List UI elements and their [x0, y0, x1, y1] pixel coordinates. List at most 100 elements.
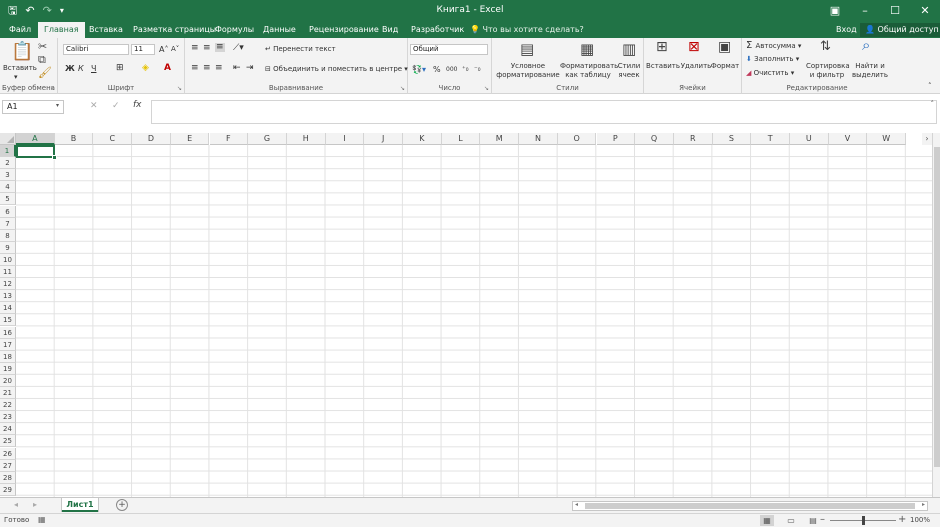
select-all-button[interactable] — [0, 133, 16, 145]
fill-button[interactable]: ⬇ Заполнить ▾ — [746, 55, 799, 64]
paste-button[interactable]: Вставить — [3, 64, 37, 73]
column-header[interactable]: R — [673, 133, 713, 145]
zoom-level[interactable]: 100% — [910, 516, 930, 524]
row-header[interactable]: 8 — [0, 229, 16, 242]
row-header[interactable]: 15 — [0, 314, 16, 327]
column-header[interactable]: H — [286, 133, 326, 145]
column-header[interactable]: K — [403, 133, 442, 145]
fill-handle[interactable] — [52, 155, 57, 160]
row-header[interactable]: 1 — [0, 145, 16, 157]
format-painter-icon[interactable]: 🖌 — [38, 67, 52, 79]
horizontal-scroll-thumb[interactable] — [585, 503, 915, 509]
align-center-icon[interactable]: ≡ — [203, 64, 211, 73]
clear-button[interactable]: ◢ Очистить ▾ — [746, 69, 794, 78]
column-header[interactable]: L — [441, 133, 481, 145]
maximize-icon[interactable]: ☐ — [880, 0, 910, 22]
bold-button[interactable]: Ж — [65, 64, 75, 73]
close-icon[interactable]: ✕ — [910, 0, 940, 22]
sort-filter-button[interactable]: Сортировка и фильтр — [806, 62, 850, 80]
row-header[interactable]: 27 — [0, 459, 16, 472]
delete-cells-button[interactable]: Удалить — [678, 62, 714, 71]
alignment-launcher-icon[interactable]: ↘ — [400, 85, 405, 92]
column-header[interactable]: N — [519, 133, 558, 145]
conditional-format-button[interactable]: Условное форматирование — [495, 62, 561, 80]
row-header[interactable]: 13 — [0, 290, 16, 303]
clipboard-launcher-icon[interactable]: ↘ — [50, 85, 55, 92]
find-select-button[interactable]: Найти и выделить — [850, 62, 890, 80]
font-size-select[interactable]: 11 — [131, 44, 155, 55]
tab-formulas[interactable]: Формулы — [209, 22, 260, 38]
column-header[interactable]: J — [364, 133, 403, 145]
column-header[interactable]: T — [751, 133, 790, 145]
format-cells-button[interactable]: Формат — [710, 62, 740, 71]
number-launcher-icon[interactable]: ↘ — [484, 85, 489, 92]
zoom-in-icon[interactable]: + — [898, 514, 906, 525]
column-header[interactable]: Q — [635, 133, 674, 145]
column-header[interactable]: I — [325, 133, 365, 145]
column-header[interactable]: S — [712, 133, 752, 145]
column-header[interactable]: V — [828, 133, 868, 145]
row-header[interactable]: 25 — [0, 435, 16, 448]
page-break-view-icon[interactable]: ▤ — [806, 515, 820, 526]
column-header[interactable]: O — [557, 133, 597, 145]
column-header[interactable]: C — [93, 133, 133, 145]
cancel-icon[interactable]: ✕ — [90, 101, 98, 111]
column-header[interactable]: A — [16, 133, 55, 145]
align-right-icon[interactable]: ≡ — [215, 64, 223, 73]
comma-style-button[interactable]: 000 — [446, 65, 457, 74]
tell-me-search[interactable]: 💡 Что вы хотите сделать? — [470, 22, 584, 38]
align-top-icon[interactable]: ≡ — [191, 44, 199, 53]
row-header[interactable]: 7 — [0, 217, 16, 230]
column-header[interactable]: B — [54, 133, 94, 145]
expand-formula-icon[interactable]: ˄ — [931, 100, 935, 108]
row-header[interactable]: 10 — [0, 253, 16, 266]
row-header[interactable]: 6 — [0, 205, 16, 218]
row-header[interactable]: 5 — [0, 193, 16, 206]
tab-home[interactable]: Главная — [38, 22, 85, 38]
sheet-next-icon[interactable]: ▸ — [33, 500, 37, 509]
paste-icon[interactable]: 📋 — [11, 42, 33, 62]
increase-font-icon[interactable]: A˄ — [159, 45, 168, 54]
column-header[interactable]: D — [132, 133, 171, 145]
tab-data[interactable]: Данные — [257, 22, 302, 38]
row-header[interactable]: 24 — [0, 423, 16, 436]
column-header[interactable]: F — [209, 133, 249, 145]
row-header[interactable]: 22 — [0, 399, 16, 412]
row-header[interactable]: 12 — [0, 278, 16, 291]
font-launcher-icon[interactable]: ↘ — [177, 85, 182, 92]
row-header[interactable]: 19 — [0, 362, 16, 375]
ribbon-options-icon[interactable]: ▣ — [820, 0, 850, 22]
add-sheet-icon[interactable]: + — [116, 499, 128, 511]
tab-view[interactable]: Вид — [376, 22, 404, 38]
underline-button[interactable]: Ч — [91, 64, 96, 73]
align-bottom-icon[interactable]: ≡ — [215, 43, 225, 52]
column-scroll-right-icon[interactable]: › — [922, 133, 932, 145]
collapse-ribbon-icon[interactable]: ˄ — [928, 82, 932, 91]
horizontal-scrollbar[interactable]: ◂ ▸ — [572, 501, 928, 511]
row-header[interactable]: 23 — [0, 411, 16, 424]
wrap-text-button[interactable]: ↵ Перенести текст — [265, 45, 336, 54]
cell-styles-button[interactable]: Стили ячеек — [614, 62, 644, 80]
percent-style-button[interactable]: % — [433, 65, 441, 74]
row-header[interactable]: 14 — [0, 302, 16, 315]
name-box-dropdown-icon[interactable]: ▾ — [56, 102, 59, 109]
cut-icon[interactable]: ✂ — [38, 41, 47, 53]
decrease-indent-icon[interactable]: ⇤ — [233, 64, 241, 73]
font-name-select[interactable]: Calibri — [63, 44, 129, 55]
autosum-button[interactable]: Σ Автосумма ▾ — [746, 41, 801, 51]
column-header[interactable]: W — [867, 133, 907, 145]
number-format-select[interactable]: Общий — [410, 44, 488, 55]
currency-format-icon[interactable]: 💱▾ — [412, 65, 426, 74]
column-header[interactable]: E — [170, 133, 210, 145]
italic-button[interactable]: К — [78, 64, 84, 73]
scroll-right-icon[interactable]: ▸ — [922, 501, 925, 508]
macro-record-icon[interactable]: ▦ — [38, 515, 46, 524]
row-header[interactable]: 28 — [0, 471, 16, 484]
tab-page-layout[interactable]: Разметка страницы — [127, 22, 222, 38]
fill-color-icon[interactable]: ◈ — [142, 64, 149, 73]
sheet-tab[interactable]: Лист1 — [62, 498, 98, 512]
font-color-icon[interactable]: A — [164, 64, 171, 73]
column-header[interactable]: M — [480, 133, 520, 145]
paste-dropdown-icon[interactable]: ▾ — [14, 73, 18, 82]
row-header[interactable]: 21 — [0, 387, 16, 399]
